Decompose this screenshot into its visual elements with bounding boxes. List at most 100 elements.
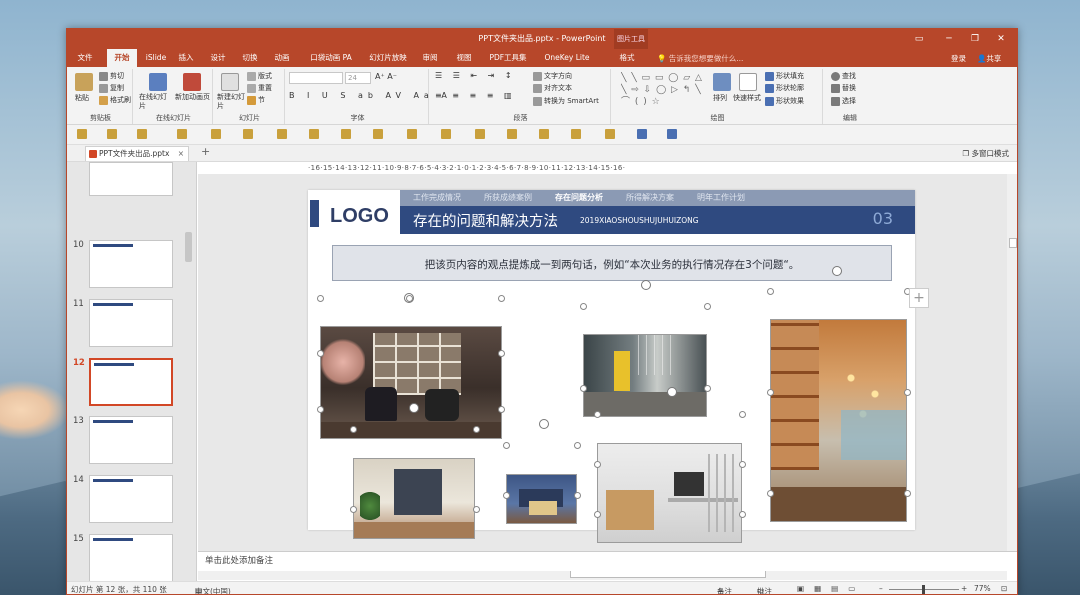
rotate-handle-icon[interactable] [641, 280, 651, 290]
photo-shelf-lounge[interactable] [320, 326, 502, 439]
tab-islide[interactable]: iSlide [143, 49, 169, 67]
resize-handle[interactable] [317, 295, 324, 302]
notes-pane[interactable]: 单击此处添加备注 [198, 551, 1017, 571]
tab-design[interactable]: 设计 [207, 49, 229, 67]
tab-file[interactable]: 文件 [73, 49, 97, 67]
slide-thumbnail[interactable] [89, 240, 173, 288]
resize-handle[interactable] [739, 511, 746, 518]
resize-handle[interactable] [767, 288, 774, 295]
zoom-level[interactable]: 77% [974, 584, 991, 593]
resize-handle[interactable] [904, 389, 911, 396]
tab-animations[interactable]: 动画 [271, 49, 293, 67]
tab-format[interactable]: 格式 [615, 49, 639, 67]
tab-pdf-tools[interactable]: PDF工具集 [485, 49, 531, 67]
qat-icon[interactable] [507, 129, 517, 139]
qat-icon[interactable] [277, 129, 287, 139]
resize-handle[interactable] [739, 411, 746, 418]
select-button[interactable]: 选择 [831, 96, 856, 106]
horizontal-scroll-thumb[interactable] [570, 570, 766, 578]
shape-gallery[interactable]: ╲ ╲ ▭ ▭ ◯ ▱ △ ╲ ⇨ ⇩ ◯ ▷ ↰ ╲ ⌒ ( ) ☆ [621, 72, 707, 110]
text-direction-button[interactable]: 文字方向 [533, 71, 572, 81]
photo-living-room[interactable] [353, 458, 475, 539]
thumbnails-scrollbar[interactable] [185, 232, 192, 262]
resize-handle[interactable] [350, 426, 357, 433]
resize-handle[interactable] [317, 406, 324, 413]
resize-handle[interactable] [594, 511, 601, 518]
new-anim-page-button[interactable]: 新加动画页 [175, 93, 211, 102]
tab-home[interactable]: 开始 [107, 49, 137, 67]
tab-view[interactable]: 视图 [453, 49, 475, 67]
tab-review[interactable]: 审阅 [419, 49, 441, 67]
ribbon-display-icon[interactable]: ▭ [909, 32, 929, 46]
find-button[interactable]: 查找 [831, 71, 856, 81]
new-tab-button[interactable]: + [201, 145, 210, 158]
rotate-handle-icon[interactable] [667, 387, 677, 397]
font-size-box[interactable]: 24 [345, 72, 371, 84]
equation-icon[interactable] [667, 129, 677, 139]
zoom-out-button[interactable]: – [879, 584, 883, 593]
resize-handle[interactable] [317, 350, 324, 357]
slide[interactable]: LOGO 工作完成情况 所获成绩案例 存在问题分析 所得解决方案 明年工作计划 … [308, 190, 915, 543]
fit-slide-icon[interactable]: ⊡ [1001, 584, 1007, 593]
resize-handle[interactable] [503, 492, 510, 499]
align-text-button[interactable]: 对齐文本 [533, 83, 572, 93]
replace-button[interactable]: 替换 [831, 83, 856, 93]
slide-thumbnail[interactable] [89, 475, 173, 523]
resize-handle[interactable] [473, 426, 480, 433]
shape-effects-button[interactable]: 形状效果 [765, 96, 804, 106]
qat-icon[interactable] [475, 129, 485, 139]
photo-office-corridor[interactable] [583, 334, 707, 417]
rotate-handle-icon[interactable] [539, 419, 549, 429]
cut-button[interactable]: 剪切 [99, 71, 124, 81]
qat-icon[interactable] [309, 129, 319, 139]
login-button[interactable]: 登录 [951, 53, 966, 64]
slide-thumbnail[interactable] [89, 299, 173, 347]
shape-outline-button[interactable]: 形状轮廓 [765, 83, 804, 93]
reset-button[interactable]: 重置 [247, 83, 272, 93]
resize-handle[interactable] [767, 389, 774, 396]
qat-icon[interactable] [407, 129, 417, 139]
qat-icon[interactable] [341, 129, 351, 139]
tell-me-search[interactable]: 💡 告诉我您想要做什么... [657, 53, 743, 64]
minimize-button[interactable]: ─ [939, 32, 959, 46]
font-grow-button[interactable]: A⁺ A⁻ [375, 72, 397, 81]
resize-handle[interactable] [503, 442, 510, 449]
tab-onekey-lite[interactable]: OneKey Lite [541, 49, 593, 67]
slide-thumbnail-current[interactable] [89, 358, 173, 406]
section-button[interactable]: 节 [247, 95, 265, 105]
qat-icon[interactable] [211, 129, 221, 139]
qat-icon[interactable] [177, 129, 187, 139]
share-button[interactable]: 👤共享 [977, 53, 1001, 64]
arrange-button[interactable]: 排列 [713, 93, 727, 103]
font-format-buttons[interactable]: B I U S ab AV Aa A [289, 91, 452, 100]
copy-button[interactable]: 复制 [99, 83, 124, 93]
document-tab[interactable]: PPT文件夹出品.pptx × [85, 146, 189, 161]
resize-handle[interactable] [594, 461, 601, 468]
close-tab-icon[interactable]: × [178, 147, 184, 161]
resize-handle[interactable] [767, 490, 774, 497]
rotate-handle-icon[interactable] [409, 403, 419, 413]
zoom-slider-knob[interactable] [922, 585, 925, 594]
qat-icon[interactable] [243, 129, 253, 139]
quick-styles-button[interactable]: 快速样式 [733, 93, 761, 103]
vertical-scroll-thumb[interactable] [1009, 238, 1017, 248]
slide-thumbnail[interactable] [89, 534, 173, 582]
photo-small-lounge[interactable] [506, 474, 577, 524]
add-content-button[interactable]: + [909, 288, 929, 308]
resize-handle[interactable] [574, 492, 581, 499]
resize-handle[interactable] [498, 406, 505, 413]
maximize-button[interactable]: ❐ [965, 32, 985, 46]
qat-icon[interactable] [539, 129, 549, 139]
resize-handle[interactable] [904, 490, 911, 497]
format-painter-button[interactable]: 格式刷 [99, 95, 131, 105]
qat-icon[interactable] [373, 129, 383, 139]
resize-handle[interactable] [406, 295, 413, 302]
resize-handle[interactable] [594, 411, 601, 418]
resize-handle[interactable] [350, 506, 357, 513]
view-buttons[interactable]: ▣▦▤▭ [797, 584, 865, 593]
qat-icon[interactable] [441, 129, 451, 139]
paste-button[interactable]: 粘贴 [75, 93, 89, 103]
resize-handle[interactable] [574, 442, 581, 449]
qat-icon[interactable] [605, 129, 615, 139]
tab-slideshow[interactable]: 幻灯片放映 [367, 49, 409, 67]
